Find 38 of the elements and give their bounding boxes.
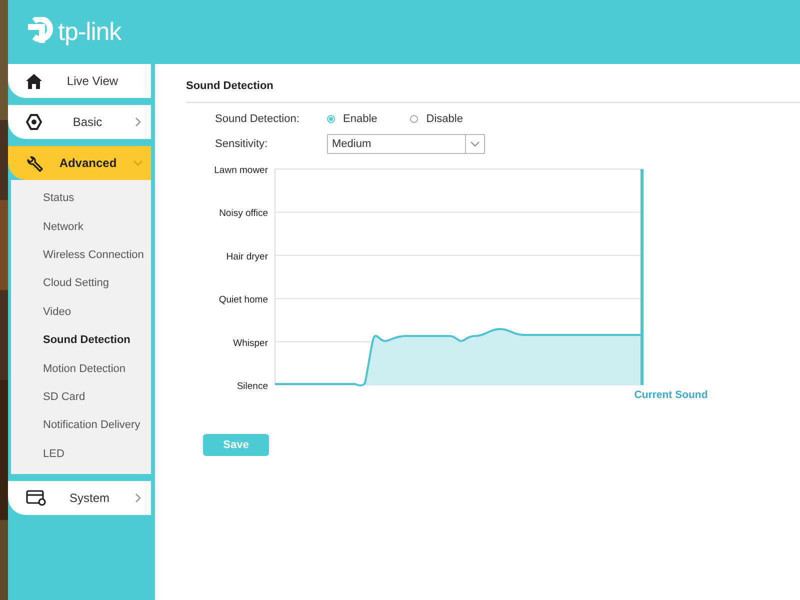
- level-label: Lawn mower: [214, 165, 268, 176]
- settings-icon: [26, 114, 42, 130]
- submenu-item[interactable]: Notification Delivery: [11, 411, 151, 440]
- sensitivity-dropdown[interactable]: Medium: [327, 134, 485, 154]
- sidebar-item[interactable]: Advanced: [8, 146, 151, 180]
- sidebar-item[interactable]: Basic: [8, 105, 151, 139]
- level-label: Whisper: [233, 338, 268, 349]
- field-label: Sound Detection:: [215, 113, 300, 125]
- caret-icon: [470, 141, 480, 147]
- chevron-right-icon: [133, 492, 143, 503]
- submenu-item[interactable]: Wireless Connection: [11, 240, 151, 270]
- chevron-down-icon: [133, 158, 143, 168]
- level-label: Noisy office: [219, 208, 268, 220]
- chevron-right-icon: [133, 117, 143, 127]
- submenu-item[interactable]: Cloud Setting: [11, 269, 151, 298]
- field-label: Sensitivity:: [215, 138, 269, 150]
- logo-text: tp-link: [58, 18, 122, 46]
- submenu-item[interactable]: Status: [11, 184, 151, 212]
- sidebar-item[interactable]: System: [8, 480, 151, 515]
- radio-icon[interactable]: [410, 115, 418, 123]
- chart-caption: Current Sound: [634, 389, 708, 401]
- submenu-item[interactable]: Network: [11, 212, 151, 241]
- submenu-item[interactable]: Motion Detection: [11, 354, 151, 383]
- home-icon: [26, 74, 42, 88]
- submenu-item[interactable]: Sound Detection: [11, 326, 151, 354]
- sidebar-item[interactable]: Live View: [8, 64, 151, 98]
- submenu-item[interactable]: Video: [11, 298, 151, 326]
- level-label: Quiet home: [218, 294, 268, 306]
- level-label: Silence: [236, 381, 268, 392]
- level-label: Hair dryer: [226, 251, 268, 262]
- submenu-item[interactable]: SD Card: [11, 382, 151, 412]
- submenu-item[interactable]: LED: [11, 440, 151, 468]
- radio-option[interactable]: Disable: [410, 113, 463, 125]
- radio-icon[interactable]: [327, 115, 335, 123]
- system-icon: [26, 490, 46, 506]
- wrench-icon: [26, 154, 43, 172]
- section-title: Sound Detection: [186, 80, 800, 103]
- radio-option[interactable]: Enable: [327, 113, 378, 125]
